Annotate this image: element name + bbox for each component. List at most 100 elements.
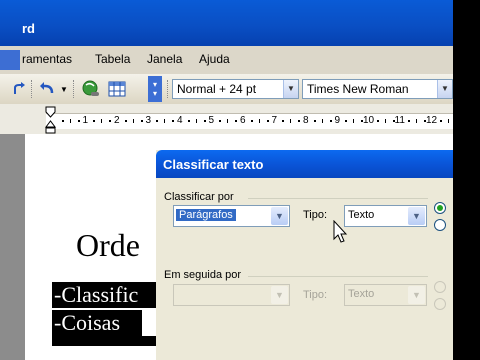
sort-by-type-select[interactable]: Texto ▼ [344,205,427,227]
chevron-down-icon[interactable]: ▼ [271,286,288,304]
ascending-radio[interactable] [434,202,446,214]
table-icon[interactable] [106,78,128,100]
style-value: Normal + 24 pt [177,82,257,96]
selection-highlight [52,336,156,346]
ruler-number: 2 [114,115,120,126]
ruler-tick [164,119,166,123]
ruler-tick [258,119,260,123]
sort-by-field-select[interactable]: Parágrafos ▼ [173,205,290,227]
chevron-down-icon[interactable]: ▼ [437,80,452,98]
ruler-ticks: 1 2 3 4 5 6 7 8 9 10 11 12 [46,114,453,129]
hyperlink-icon[interactable] [80,78,102,100]
document-heading: Orde [76,227,140,263]
ruler-tick [290,119,292,123]
sort-text-dialog: Classificar texto Classificar por Parágr… [156,150,453,360]
ruler-tick [156,120,159,122]
ruler-tick [219,120,222,122]
ruler-tick [447,119,449,123]
ruler-number: 1 [82,115,89,126]
ruler-number: 10 [363,115,375,126]
sort-by-type-label: Tipo: [303,209,328,221]
chevron-down-icon[interactable]: ▼ [408,207,425,225]
then-by-type-label: Tipo: [303,289,328,301]
ruler-tick [408,120,411,122]
ruler-number: 12 [426,115,438,126]
ruler-track: 1 2 3 4 5 6 7 8 9 10 11 12 [46,113,453,129]
ruler-tick [424,120,427,122]
ruler-tick [140,120,143,122]
window-title: rd [22,21,35,36]
chevron-down-icon[interactable]: ▼ [283,80,298,98]
toolbar-separator [31,80,34,98]
ruler-tick [235,120,238,122]
menu-ferramentas[interactable]: ramentas [22,52,72,66]
ruler-tick [361,120,364,122]
ruler-number: 7 [271,115,278,126]
toolbar-options-icon[interactable]: ▾ ▾ [148,76,162,102]
then-by-field-select[interactable]: ▼ [173,284,290,306]
sort-by-field-value: Parágrafos [176,209,236,221]
ruler-number: 11 [394,115,405,126]
undo-icon[interactable] [37,78,57,100]
menu-tabela[interactable]: Tabela [95,52,130,66]
indent-marker-icon[interactable] [45,106,56,134]
then-by-type-select[interactable]: Texto ▼ [344,284,427,306]
ruler-tick [439,120,442,122]
page-margin [0,134,25,360]
then-by-label: Em seguida por [164,269,242,281]
group-divider [248,276,428,277]
ruler-tick [109,120,112,122]
dialog-title: Classificar texto [163,157,264,172]
chevron-down-icon[interactable]: ▼ [271,207,288,225]
ruler-number: 3 [145,115,152,126]
then-by-type-value: Texto [348,288,375,300]
ruler-tick [329,120,332,122]
sort-by-label: Classificar por [164,191,234,203]
sort-by-type-value: Texto [348,209,375,221]
ruler-tick [93,120,96,122]
redo-icon[interactable] [12,78,26,100]
toolbar-separator [167,80,170,98]
ruler-tick [250,120,253,122]
ruler-tick [132,119,134,123]
word-window: rd ramentas Tabela Janela Ajuda ▼ ▾ ▾ Nor… [0,0,453,360]
ruler-tick [172,120,175,122]
menu-bar: ramentas Tabela Janela Ajuda [0,46,453,75]
ruler-tick [61,120,64,122]
selected-line: -Coisas [52,310,142,336]
ruler-tick [69,119,71,123]
undo-dropdown-icon[interactable]: ▼ [59,78,69,100]
ruler-tick [195,119,197,123]
ruler-tick [101,119,103,123]
ruler-tick [321,119,323,123]
ruler-tick [392,120,395,122]
ruler-number: 5 [208,115,215,126]
formatting-toolbar: ▼ ▾ ▾ Normal + 24 pt ▼ Times New Roman ▼ [0,74,453,105]
ruler-number: 6 [240,115,246,126]
then-descending-radio[interactable] [434,298,446,310]
ruler-number: 8 [303,115,309,126]
then-ascending-radio[interactable] [434,281,446,293]
title-bar: rd [0,0,453,46]
font-value: Times New Roman [307,82,409,96]
group-divider [248,198,428,199]
ruler-tick [313,120,316,122]
ruler-tick [282,120,285,122]
ruler-tick [227,119,229,123]
ruler-tick [345,120,348,122]
ruler-number: 4 [177,115,183,126]
ruler-tick [353,119,355,123]
selected-line: -Classific [52,282,158,308]
ruler-tick [203,120,206,122]
ruler-tick [187,120,190,122]
style-combo[interactable]: Normal + 24 pt ▼ [172,79,299,99]
dialog-title-bar: Classificar texto [156,150,453,178]
menu-ajuda[interactable]: Ajuda [199,52,230,66]
descending-radio[interactable] [434,219,446,231]
mouse-cursor-icon [333,220,348,243]
chevron-down-icon[interactable]: ▼ [408,286,425,304]
menu-janela[interactable]: Janela [147,52,182,66]
font-combo[interactable]: Times New Roman ▼ [302,79,453,99]
ruler-tick [384,119,386,123]
ruler-tick [124,120,127,122]
